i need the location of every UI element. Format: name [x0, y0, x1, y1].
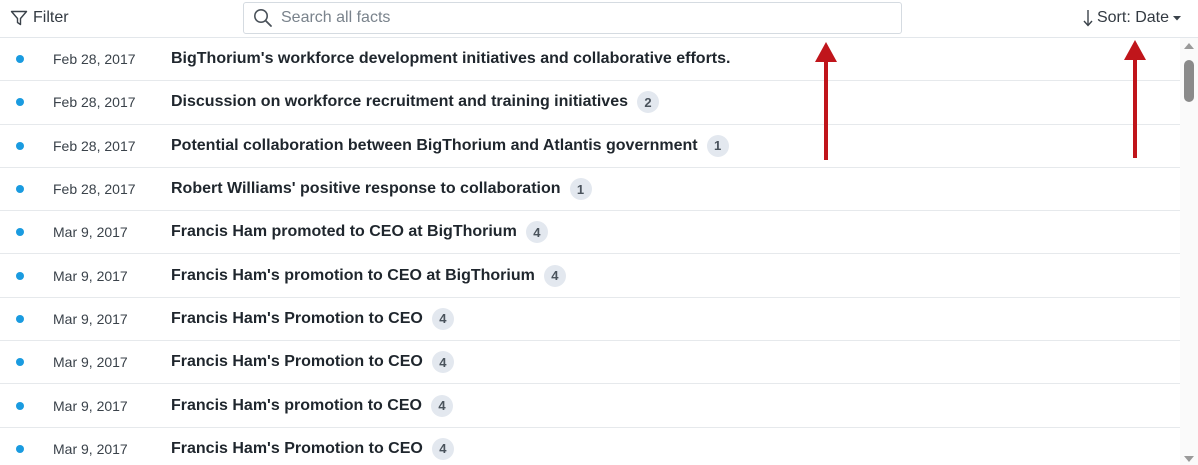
- fact-title: Francis Ham's Promotion to CEO: [171, 309, 423, 327]
- status-dot-icon: [16, 55, 24, 64]
- fact-title: Francis Ham's promotion to CEO at BigTho…: [171, 266, 535, 284]
- fact-row[interactable]: Mar 9, 2017 Francis Ham's promotion to CE…: [0, 254, 1180, 298]
- fact-date: Mar 9, 2017: [53, 310, 128, 327]
- fact-title-group: BigThorium's workforce development initi…: [171, 50, 730, 68]
- fact-date: Feb 28, 2017: [53, 94, 136, 111]
- search-input[interactable]: [281, 9, 881, 27]
- fact-title: Francis Ham's Promotion to CEO: [171, 439, 423, 457]
- status-dot-icon: [16, 228, 24, 237]
- fact-list: Feb 28, 2017 BigThorium's workforce devel…: [0, 38, 1180, 465]
- fact-count-badge: 1: [569, 178, 592, 201]
- fact-row[interactable]: Feb 28, 2017 Potential collaboration betw…: [0, 125, 1180, 168]
- fact-count-badge: 4: [430, 394, 453, 417]
- status-dot-icon: [16, 444, 24, 453]
- scroll-thumb[interactable]: [1184, 60, 1194, 102]
- fact-row[interactable]: Feb 28, 2017 Discussion on workforce recr…: [0, 81, 1180, 125]
- fact-title: Francis Ham promoted to CEO at BigThoriu…: [171, 223, 517, 241]
- sort-arrow-down-icon: [1082, 8, 1094, 28]
- status-dot-icon: [16, 314, 24, 323]
- fact-row[interactable]: Feb 28, 2017 Robert Williams' positive re…: [0, 168, 1180, 212]
- fact-row[interactable]: Feb 28, 2017 BigThorium's workforce devel…: [0, 38, 1180, 82]
- fact-title-group: Francis Ham's Promotion to CEO 4: [171, 307, 454, 330]
- status-dot-icon: [16, 401, 24, 410]
- fact-count-badge: 4: [431, 307, 454, 330]
- status-dot-icon: [16, 141, 24, 150]
- fact-title-group: Francis Ham's promotion to CEO at BigTho…: [171, 264, 566, 287]
- fact-date: Mar 9, 2017: [53, 267, 128, 284]
- fact-count-badge: 1: [706, 134, 729, 157]
- sort-label: Sort: Date: [1096, 9, 1169, 26]
- fact-row[interactable]: Mar 9, 2017 Francis Ham's promotion to CE…: [0, 384, 1180, 428]
- search-box[interactable]: [243, 2, 902, 34]
- filter-button[interactable]: Filter: [10, 7, 69, 29]
- scroll-down-arrow-icon[interactable]: [1184, 456, 1194, 462]
- status-dot-icon: [16, 271, 24, 280]
- fact-title: Francis Ham's Promotion to CEO: [171, 353, 423, 371]
- sort-button[interactable]: Sort: Date: [1082, 7, 1182, 29]
- fact-row[interactable]: Mar 9, 2017 Francis Ham promoted to CEO a…: [0, 211, 1180, 255]
- filter-label: Filter: [33, 9, 69, 26]
- fact-title-group: Robert Williams' positive response to co…: [171, 178, 592, 201]
- toolbar: Filter Sort: Date: [0, 0, 1198, 38]
- fact-title: BigThorium's workforce development initi…: [171, 50, 731, 68]
- fact-title: Potential collaboration between BigThori…: [171, 136, 698, 154]
- vertical-scrollbar[interactable]: [1180, 38, 1198, 465]
- fact-date: Mar 9, 2017: [53, 397, 128, 414]
- fact-count-badge: 4: [431, 351, 454, 374]
- fact-row[interactable]: Mar 9, 2017 Francis Ham's Promotion to CE…: [0, 341, 1180, 385]
- fact-title-group: Francis Ham's Promotion to CEO 4: [171, 437, 454, 460]
- fact-count-badge: 2: [636, 91, 659, 114]
- caret-down-icon: [1172, 13, 1182, 23]
- scroll-up-arrow-icon[interactable]: [1184, 43, 1194, 49]
- fact-date: Mar 9, 2017: [53, 354, 128, 371]
- fact-date: Mar 9, 2017: [53, 440, 128, 457]
- search-icon: [253, 8, 273, 28]
- fact-title-group: Potential collaboration between BigThori…: [171, 134, 729, 157]
- status-dot-icon: [16, 358, 24, 367]
- facts-panel: Filter Sort: Date: [0, 0, 1198, 465]
- status-dot-icon: [16, 185, 24, 194]
- fact-title-group: Francis Ham's promotion to CEO 4: [171, 394, 453, 417]
- fact-date: Feb 28, 2017: [53, 51, 136, 68]
- fact-count-badge: 4: [431, 437, 454, 460]
- fact-title: Francis Ham's promotion to CEO: [171, 396, 422, 414]
- fact-count-badge: 4: [543, 264, 566, 287]
- fact-title-group: Francis Ham's Promotion to CEO 4: [171, 351, 454, 374]
- fact-date: Mar 9, 2017: [53, 224, 128, 241]
- fact-title-group: Discussion on workforce recruitment and …: [171, 91, 659, 114]
- fact-title: Discussion on workforce recruitment and …: [171, 93, 628, 111]
- fact-title-group: Francis Ham promoted to CEO at BigThoriu…: [171, 221, 548, 244]
- fact-title: Robert Williams' positive response to co…: [171, 180, 561, 198]
- fact-date: Feb 28, 2017: [53, 137, 136, 154]
- status-dot-icon: [16, 98, 24, 107]
- fact-row[interactable]: Mar 9, 2017 Francis Ham's Promotion to CE…: [0, 298, 1180, 342]
- fact-count-badge: 4: [525, 221, 548, 244]
- fact-row[interactable]: Mar 9, 2017 Francis Ham's Promotion to CE…: [0, 428, 1180, 465]
- filter-icon: [10, 9, 28, 27]
- fact-date: Feb 28, 2017: [53, 181, 136, 198]
